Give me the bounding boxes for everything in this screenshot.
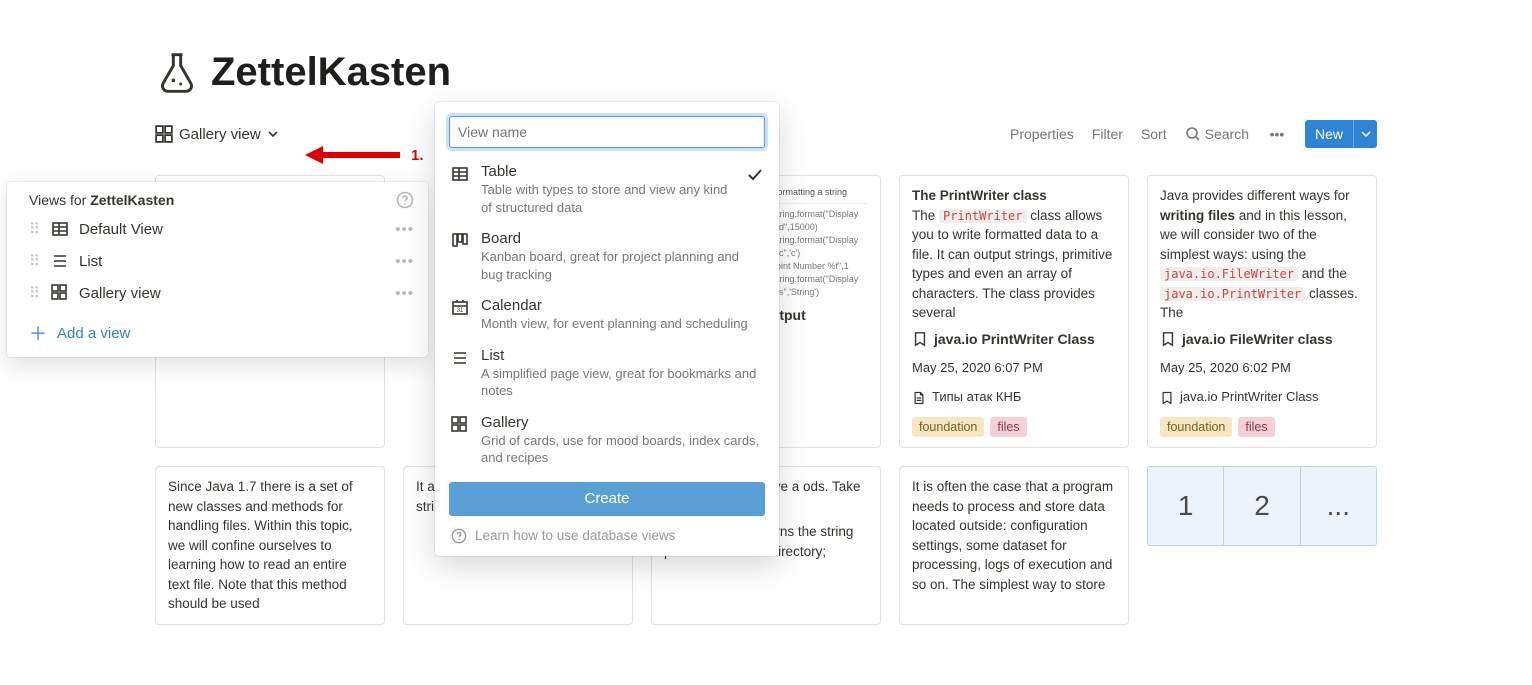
filter-link[interactable]: Filter (1092, 126, 1123, 142)
help-icon[interactable] (396, 191, 414, 209)
view-type-option[interactable]: Table Table with types to store and view… (435, 156, 779, 223)
option-desc: Month view, for event planning and sched… (481, 315, 763, 333)
bookmark-icon (1160, 391, 1174, 405)
sort-link[interactable]: Sort (1141, 126, 1167, 142)
search-label: Search (1205, 126, 1249, 142)
gallery-icon (451, 416, 469, 434)
view-type-option[interactable]: Board Kanban board, great for project pl… (435, 223, 779, 290)
views-panel: Views for ZettelKasten ⠿ Default View ••… (7, 182, 428, 357)
view-item-label: Default View (79, 221, 163, 238)
gallery-icon (155, 125, 173, 143)
drag-handle-icon[interactable]: ⠿ (29, 220, 41, 238)
help-icon (451, 528, 467, 544)
table-icon (51, 220, 69, 238)
flask-icon (155, 51, 199, 95)
option-name: List (481, 347, 763, 364)
plus-icon: ＋ (29, 320, 47, 346)
view-type-panel: Table Table with types to store and view… (435, 102, 779, 556)
option-desc: Grid of cards, use for mood boards, inde… (481, 432, 763, 467)
card-snippet: The PrintWriter class (912, 186, 1116, 206)
card-title: java.io FileWriter class (1160, 329, 1364, 349)
view-item-label: List (79, 253, 102, 270)
option-desc: Kanban board, great for project planning… (481, 248, 763, 283)
card-date: May 25, 2020 6:07 PM (912, 359, 1116, 378)
properties-link[interactable]: Properties (1010, 126, 1074, 142)
create-view-button[interactable]: Create (449, 482, 765, 516)
board-icon (451, 232, 469, 250)
views-panel-header: Views for ZettelKasten (7, 182, 428, 213)
view-type-option[interactable]: List A simplified page view, great for b… (435, 340, 779, 407)
create-view-label: Create (584, 490, 629, 507)
bookmark-icon (1160, 331, 1176, 347)
gallery-card[interactable]: The PrintWriter classThe PrintWriter cla… (899, 175, 1129, 448)
page-title: ZettelKasten (211, 50, 451, 95)
tag-pill: foundation (912, 417, 984, 437)
option-name: Table (481, 163, 735, 180)
drag-handle-icon[interactable]: ⠿ (29, 284, 41, 302)
view-item-more-button[interactable]: ••• (395, 253, 414, 270)
search-button[interactable]: Search (1185, 126, 1249, 142)
table-icon (451, 165, 469, 183)
tag-pill: files (990, 417, 1026, 437)
tag-pill: foundation (1160, 417, 1232, 437)
chevron-down-icon (267, 128, 279, 140)
card-snippet: Java provides different ways for writing… (1160, 186, 1364, 323)
gallery-card[interactable]: Since Java 1.7 there is a set of new cla… (155, 466, 385, 625)
option-desc: A simplified page view, great for bookma… (481, 365, 763, 400)
more-menu-button[interactable]: ••• (1267, 126, 1287, 142)
view-name-input[interactable] (449, 116, 765, 148)
search-icon (1185, 126, 1201, 142)
type-panel-footer[interactable]: Learn how to use database views (435, 522, 779, 546)
doc-icon (912, 391, 926, 405)
pager-cell[interactable]: 1 (1148, 467, 1224, 545)
option-name: Board (481, 230, 763, 247)
pager-cell[interactable]: ... (1301, 467, 1376, 545)
views-panel-title-prefix: Views for (29, 192, 90, 208)
bookmark-icon (912, 331, 928, 347)
card-title: java.io PrintWriter Class (912, 329, 1116, 349)
card-snippet: It is often the case that a program need… (912, 477, 1116, 594)
current-view-label: Gallery view (179, 126, 261, 143)
gallery-icon (51, 284, 69, 302)
views-panel-item[interactable]: ⠿ List ••• (7, 245, 428, 277)
new-dropdown-button[interactable] (1353, 120, 1377, 148)
tag-pill: files (1238, 417, 1274, 437)
option-desc: Table with types to store and view any k… (481, 181, 735, 216)
views-panel-item[interactable]: ⠿ Gallery view ••• (7, 277, 428, 309)
current-view-switcher[interactable]: Gallery view (155, 125, 279, 143)
page-header: ZettelKasten (155, 0, 1377, 95)
view-item-label: Gallery view (79, 285, 161, 302)
card-snippet: Since Java 1.7 there is a set of new cla… (168, 477, 372, 614)
option-name: Gallery (481, 414, 763, 431)
footer-label: Learn how to use database views (475, 528, 675, 543)
card-snippet: The PrintWriter class allows you to writ… (912, 206, 1116, 323)
view-item-more-button[interactable]: ••• (395, 285, 414, 302)
check-icon (747, 167, 763, 183)
view-item-more-button[interactable]: ••• (395, 221, 414, 238)
card-link: Типы атак КНБ (912, 388, 1116, 407)
view-type-option[interactable]: 31 Calendar Month view, for event planni… (435, 290, 779, 340)
pager: 12... (1147, 466, 1377, 546)
views-panel-item[interactable]: ⠿ Default View ••• (7, 213, 428, 245)
card-date: May 25, 2020 6:02 PM (1160, 359, 1364, 378)
view-bar-actions: Properties Filter Sort Search ••• New (1010, 120, 1377, 148)
gallery-card[interactable]: Java provides different ways for writing… (1147, 175, 1377, 448)
calendar-icon: 31 (451, 299, 469, 317)
add-view-button[interactable]: ＋ Add a view (7, 309, 428, 357)
new-button[interactable]: New (1305, 120, 1377, 148)
pager-cell[interactable]: 2 (1224, 467, 1300, 545)
svg-text:31: 31 (457, 308, 464, 314)
list-icon (451, 349, 469, 367)
new-button-label: New (1305, 126, 1353, 142)
card-link: java.io PrintWriter Class (1160, 388, 1364, 407)
view-type-option[interactable]: Gallery Grid of cards, use for mood boar… (435, 407, 779, 474)
add-view-label: Add a view (57, 325, 130, 342)
gallery-card[interactable]: It is often the case that a program need… (899, 466, 1129, 625)
option-name: Calendar (481, 297, 763, 314)
views-panel-title-name: ZettelKasten (90, 192, 174, 208)
drag-handle-icon[interactable]: ⠿ (29, 252, 41, 270)
list-icon (51, 252, 69, 270)
